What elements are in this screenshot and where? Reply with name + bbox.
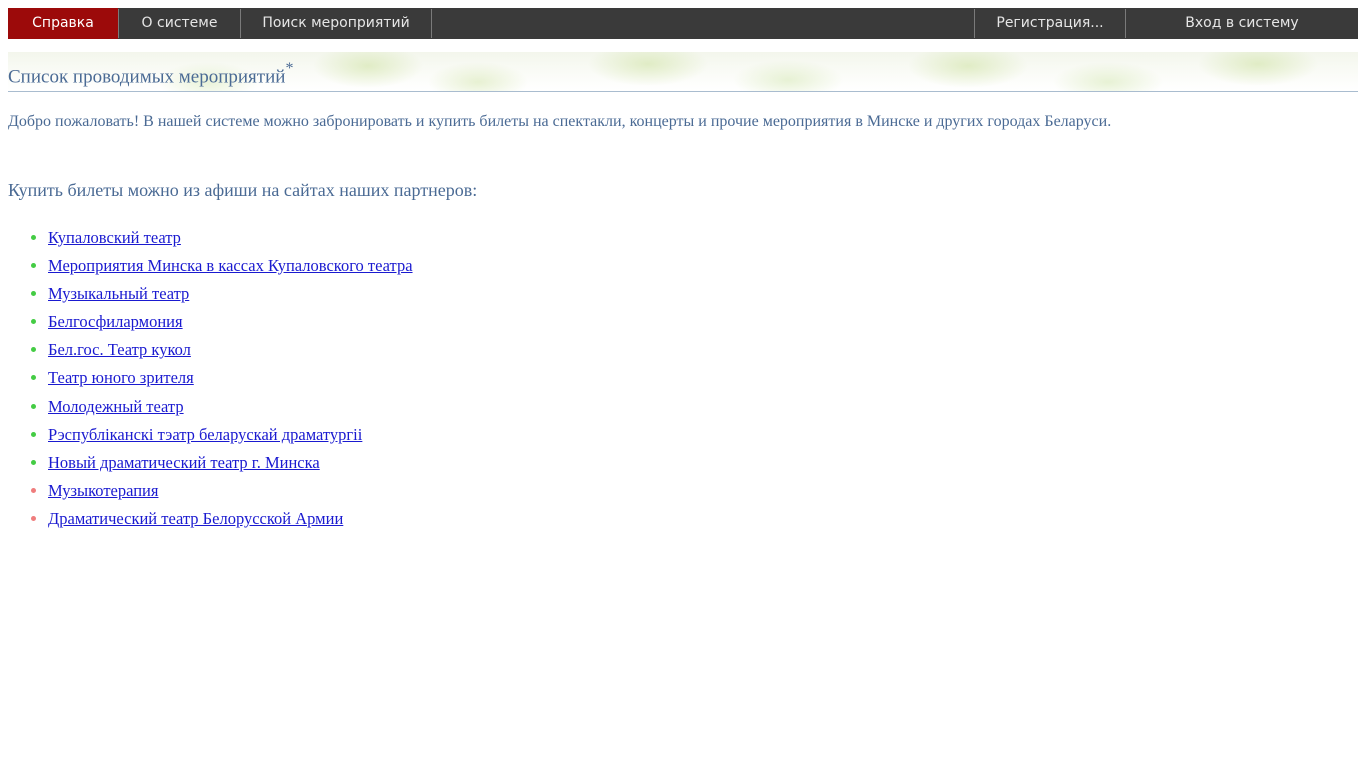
- welcome-text: Добро пожаловать! В нашей системе можно …: [8, 113, 1112, 130]
- bullet-icon: [31, 291, 36, 297]
- bullet-icon: [31, 319, 36, 325]
- bullet-icon: [31, 235, 36, 240]
- partner-link-belarusian-drama-theatre[interactable]: Рэспубліканскі тэатр беларускай драматур…: [48, 425, 362, 444]
- top-nav-bar: Справка О системе Поиск мероприятий Реги…: [8, 8, 1358, 39]
- list-item: Театр юного зрителя: [8, 368, 413, 396]
- bullet-icon: [31, 347, 36, 353]
- nav-login[interactable]: Вход в систему: [1126, 8, 1358, 39]
- list-item: Мероприятия Минска в кассах Купаловского…: [8, 256, 413, 284]
- nav-search-events[interactable]: Поиск мероприятий: [241, 8, 431, 39]
- partner-link-minsk-events[interactable]: Мероприятия Минска в кассах Купаловского…: [48, 256, 413, 275]
- nav-help[interactable]: Справка: [8, 8, 118, 39]
- partners-list: Купаловский театр Мероприятия Минска в к…: [8, 228, 413, 537]
- bullet-icon: [31, 459, 36, 465]
- nav-about[interactable]: О системе: [119, 8, 240, 39]
- partner-link-kupala-theatre[interactable]: Купаловский театр: [48, 228, 181, 247]
- bullet-icon: [31, 487, 36, 493]
- bullet-icon: [31, 263, 36, 269]
- partner-link-army-drama-theatre[interactable]: Драматический театр Белорусской Армии: [48, 509, 343, 528]
- nav-register[interactable]: Регистрация...: [975, 8, 1125, 39]
- partner-link-musical-theatre[interactable]: Музыкальный театр: [48, 284, 189, 303]
- partner-link-youth-theatre[interactable]: Молодежный театр: [48, 397, 184, 416]
- bullet-icon: [31, 431, 36, 437]
- bullet-icon: [31, 375, 36, 381]
- list-item: Музыкальный театр: [8, 284, 413, 312]
- list-item: Белгосфилармония: [8, 312, 413, 340]
- partner-link-philharmonic[interactable]: Белгосфилармония: [48, 312, 183, 331]
- bullet-icon: [31, 403, 36, 409]
- list-item: Новый драматический театр г. Минска: [8, 453, 413, 481]
- list-item: Бел.гос. Театр кукол: [8, 340, 413, 368]
- bullet-icon: [31, 515, 36, 521]
- buy-tickets-text: Купить билеты можно из афиши на сайтах н…: [8, 180, 478, 200]
- list-item: Молодежный театр: [8, 397, 413, 425]
- page-title-mark: *: [285, 60, 294, 77]
- list-item: Рэспубліканскі тэатр беларускай драматур…: [8, 425, 413, 453]
- list-item: Драматический театр Белорусской Армии: [8, 509, 413, 537]
- partner-link-youth-spectator-theatre[interactable]: Театр юного зрителя: [48, 368, 194, 387]
- nav-separator: [431, 9, 432, 38]
- page-title: Список проводимых мероприятий*: [8, 60, 294, 88]
- partner-link-music-therapy[interactable]: Музыкотерапия: [48, 481, 158, 500]
- list-item: Купаловский театр: [8, 228, 413, 256]
- partner-link-puppet-theatre[interactable]: Бел.гос. Театр кукол: [48, 340, 191, 359]
- header-banner: Список проводимых мероприятий*: [8, 52, 1358, 92]
- page-title-text: Список проводимых мероприятий: [8, 66, 286, 88]
- list-item: Музыкотерапия: [8, 481, 413, 509]
- partner-link-new-drama-theatre[interactable]: Новый драматический театр г. Минска: [48, 453, 320, 472]
